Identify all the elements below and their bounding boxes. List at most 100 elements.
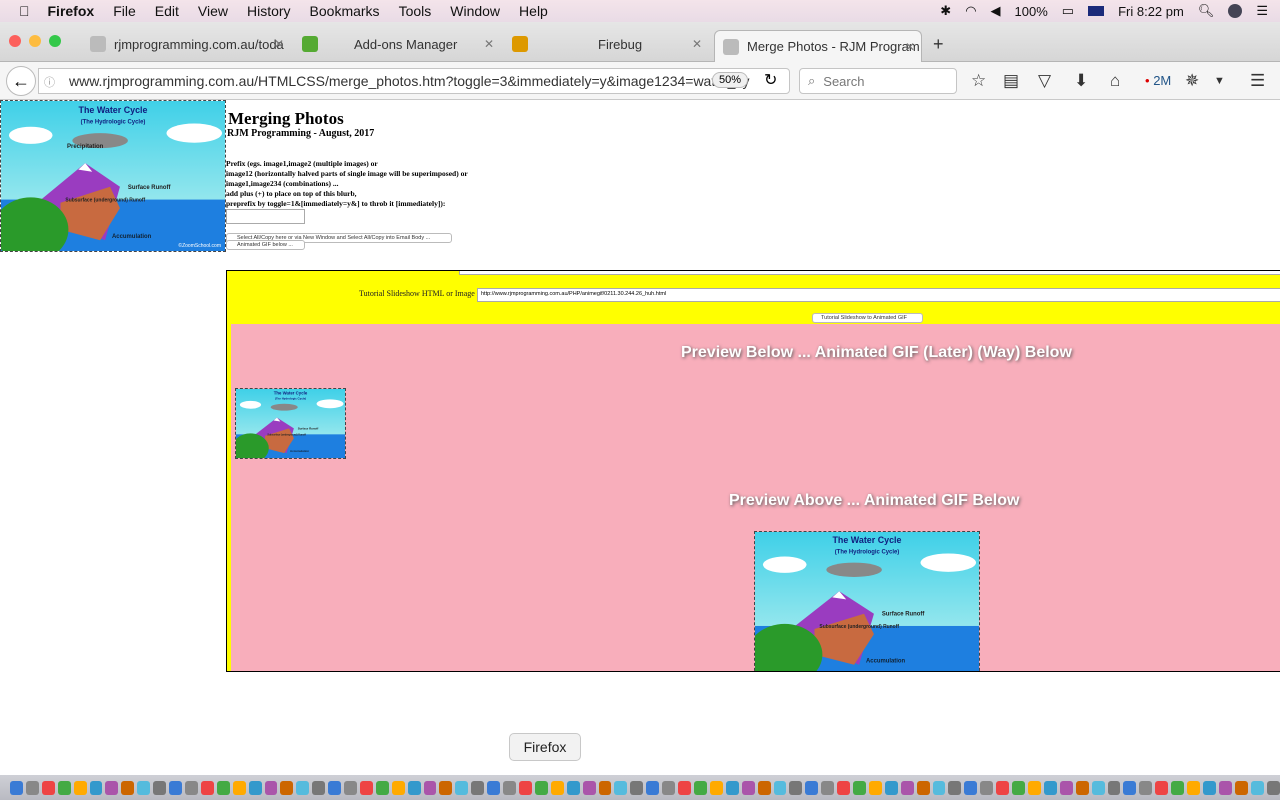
close-window-button[interactable]	[9, 35, 21, 47]
animated-gif-iframe[interactable]: Tutorial Slideshow HTML or Image http://…	[226, 270, 1280, 672]
volume-icon[interactable]: ◀	[991, 3, 1001, 19]
dock-app-icon[interactable]	[1012, 780, 1025, 795]
tab-firebug[interactable]: Firebug ✕	[512, 28, 708, 60]
pocket-icon[interactable]: ▽	[1038, 71, 1051, 91]
dock-app-icon[interactable]	[741, 780, 755, 795]
slideshow-to-gif-button[interactable]: Tutorial Slideshow to Animated GIF	[812, 313, 923, 323]
dock-app-icon[interactable]	[837, 780, 851, 795]
tab-addons-manager[interactable]: Add-ons Manager ✕	[302, 28, 500, 60]
dock-app-icon[interactable]	[344, 780, 357, 795]
dock-app-icon[interactable]	[25, 780, 39, 795]
dock-app-icon[interactable]	[41, 780, 55, 795]
hamburger-menu-icon[interactable]: ☰	[1250, 71, 1265, 91]
flag-icon[interactable]	[1088, 6, 1105, 16]
dock-app-icon[interactable]	[550, 780, 564, 795]
search-input[interactable]: ⌕ Search	[799, 68, 957, 94]
download-icon[interactable]: ⬇	[1074, 71, 1088, 91]
delay-input[interactable]	[459, 271, 1280, 275]
dock-app-icon[interactable]	[1234, 780, 1248, 795]
dock-app-icon[interactable]	[614, 780, 628, 795]
dock-app-icon[interactable]	[916, 780, 930, 795]
dock-app-icon[interactable]	[105, 780, 119, 795]
menu-edit[interactable]: Edit	[155, 3, 179, 19]
dock-app-icon[interactable]	[662, 780, 676, 795]
dock-app-icon[interactable]	[169, 780, 182, 795]
dock-app-icon[interactable]	[153, 780, 167, 795]
dock-app-icon[interactable]	[1250, 780, 1264, 795]
dock-app-icon[interactable]	[423, 780, 437, 795]
dock-app-icon[interactable]	[10, 780, 23, 795]
prefix-input[interactable]	[226, 209, 305, 224]
dropdown-icon[interactable]: ▼	[1214, 75, 1225, 87]
dock-app-icon[interactable]	[232, 780, 246, 795]
dock-app-icon[interactable]	[1139, 780, 1153, 795]
wifi-icon[interactable]: ◠	[965, 3, 976, 19]
dock-app-icon[interactable]	[757, 780, 771, 795]
dock-app-icon[interactable]	[1187, 780, 1200, 795]
firebug-icon[interactable]: ✵	[1185, 71, 1199, 91]
dock-app-icon[interactable]	[296, 780, 310, 795]
dock-app-icon[interactable]	[439, 780, 453, 795]
dock-app-icon[interactable]	[1123, 780, 1137, 795]
dock-app-icon[interactable]	[948, 780, 962, 795]
dock-app-icon[interactable]	[1107, 780, 1121, 795]
reload-icon[interactable]: ↻	[764, 70, 777, 90]
dock-app-icon[interactable]	[1091, 780, 1105, 795]
dock-app-icon[interactable]	[773, 780, 787, 795]
dock-app-icon[interactable]	[391, 780, 405, 795]
dock-app-icon[interactable]	[1059, 780, 1073, 795]
dock-app-icon[interactable]	[487, 780, 501, 795]
dock-app-icon[interactable]	[407, 780, 421, 795]
animated-gif-below-button[interactable]: Animated GIF below ...	[226, 240, 305, 250]
dock-app-icon[interactable]	[996, 780, 1010, 795]
dock-app-icon[interactable]	[980, 780, 994, 795]
close-tab-icon[interactable]: ✕	[274, 37, 284, 51]
dock-app-icon[interactable]	[868, 780, 882, 795]
close-tab-icon[interactable]: ✕	[692, 37, 702, 51]
zoom-window-button[interactable]	[49, 35, 61, 47]
close-tab-icon[interactable]: ✕	[905, 40, 915, 54]
dock-app-icon[interactable]	[1155, 780, 1169, 795]
dock-app-icon[interactable]	[1043, 780, 1057, 795]
dock-app-icon[interactable]	[821, 780, 835, 795]
dock-app-icon[interactable]	[566, 780, 580, 795]
dock-app-icon[interactable]	[200, 780, 214, 795]
dock-app-icon[interactable]	[216, 780, 230, 795]
tab-rjmprogramming[interactable]: rjmprogramming.com.au/toda ✕	[90, 28, 290, 60]
dock-app-icon[interactable]	[121, 780, 135, 795]
close-tab-icon[interactable]: ✕	[484, 37, 494, 51]
menu-view[interactable]: View	[198, 3, 228, 19]
dock-app-icon[interactable]	[1202, 780, 1216, 795]
dock-app-icon[interactable]	[280, 780, 294, 795]
battery-icon[interactable]: ▭	[1062, 3, 1074, 19]
clock[interactable]: Fri 8:22 pm	[1118, 4, 1184, 19]
zoom-level-button[interactable]: 50%	[712, 72, 749, 88]
dock-app-icon[interactable]	[89, 780, 103, 795]
spotlight-icon[interactable]: 🔍︎	[1198, 3, 1215, 19]
dock-app-icon[interactable]	[534, 780, 548, 795]
dock-app-icon[interactable]	[1171, 780, 1185, 795]
menu-file[interactable]: File	[113, 3, 136, 19]
dock-app-icon[interactable]	[853, 780, 866, 795]
dock-app-icon[interactable]	[57, 780, 71, 795]
dock-app-icon[interactable]	[1075, 780, 1089, 795]
reading-list-icon[interactable]: ▤	[1003, 71, 1019, 91]
dock-app-icon[interactable]	[900, 780, 914, 795]
dock-app-icon[interactable]	[248, 780, 262, 795]
dock-app-icon[interactable]	[709, 780, 723, 795]
dock-app-icon[interactable]	[471, 780, 485, 795]
dock-app-icon[interactable]	[455, 780, 469, 795]
dock-app-icon[interactable]	[375, 780, 389, 795]
dock-app-icon[interactable]	[73, 780, 87, 795]
tab-merge-photos[interactable]: Merge Photos - RJM Program ✕	[714, 30, 922, 62]
bookmark-star-icon[interactable]: ☆	[971, 71, 986, 91]
info-icon[interactable]: ⓘ	[44, 74, 55, 90]
badge-2m[interactable]: • 2M	[1145, 73, 1171, 88]
back-button[interactable]: ←	[6, 66, 36, 96]
dock-app-icon[interactable]	[678, 780, 691, 795]
dock-app-icon[interactable]	[1266, 780, 1280, 795]
dock-app-icon[interactable]	[184, 780, 198, 795]
dock-app-icon[interactable]	[137, 780, 151, 795]
dock-app-icon[interactable]	[630, 780, 644, 795]
dock-app-icon[interactable]	[725, 780, 739, 795]
